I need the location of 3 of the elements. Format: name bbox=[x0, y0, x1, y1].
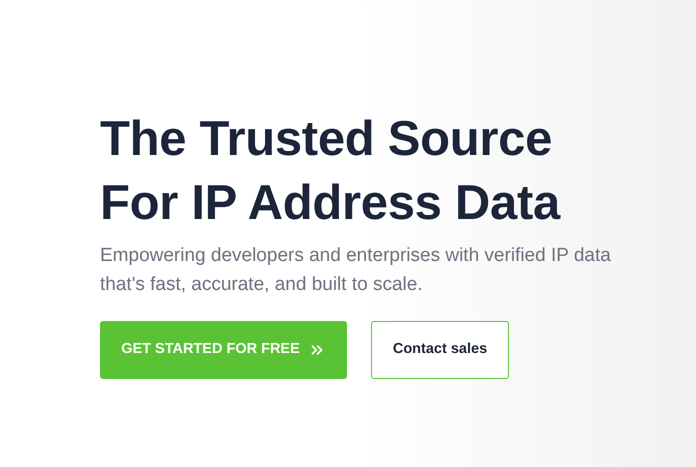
hero-subtitle: Empowering developers and enterprises with verified IP data that's fast, accurate, and built to scale. bbox=[100, 244, 612, 297]
contact-sales-button[interactable]: Contact sales bbox=[371, 321, 509, 379]
hero-title: The Trusted Source For IP Address Data bbox=[100, 111, 562, 232]
